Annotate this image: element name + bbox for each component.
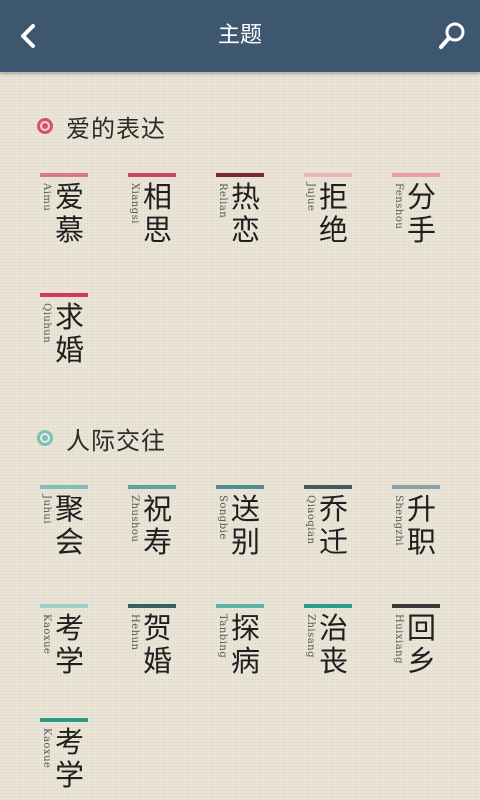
tile-hanzi: 分手 [407, 180, 437, 247]
search-icon [439, 22, 465, 49]
tile-color-bar [304, 604, 352, 608]
page-title: 主题 [217, 23, 262, 48]
theme-tile-aimu[interactable]: Aimu 爱慕 [40, 173, 92, 283]
theme-tile-zhisang[interactable]: Zhisang 治丧 [304, 604, 356, 714]
tile-pinyin: Songbie [217, 495, 228, 540]
tile-hanzi: 爱慕 [55, 180, 85, 247]
theme-tile-kaoxue-2[interactable]: Kaoxue 考学 [40, 718, 92, 800]
theme-tile-fenshou[interactable]: Fenshou 分手 [392, 173, 444, 283]
chevron-left-icon [21, 24, 35, 48]
tile-hanzi: 探病 [231, 611, 261, 678]
tile-pinyin: Tanbing [217, 614, 228, 659]
tile-color-bar [216, 485, 264, 489]
tile-hanzi: 治丧 [319, 611, 349, 678]
tile-hanzi: 考学 [55, 725, 85, 792]
app-header: 主题 [0, 0, 480, 72]
theme-tile-xiangsi[interactable]: Xiangsi 相思 [128, 173, 180, 283]
tile-color-bar [40, 485, 88, 489]
tile-hanzi: 拒绝 [319, 180, 349, 247]
tile-hanzi: 祝寿 [143, 492, 173, 559]
tile-pinyin: Shengzhi [393, 495, 404, 546]
section-label: 爱的表达 [66, 114, 166, 143]
search-button[interactable] [434, 18, 470, 54]
tile-color-bar [128, 173, 176, 177]
tile-color-bar [216, 604, 264, 608]
tile-color-bar [40, 293, 88, 297]
theme-tile-songbie[interactable]: Songbie 送别 [216, 485, 268, 595]
tile-color-bar [40, 604, 88, 608]
tile-hanzi: 聚会 [55, 492, 85, 559]
back-button[interactable] [12, 20, 44, 52]
bullet-icon [37, 430, 53, 446]
theme-tile-zhushou[interactable]: Zhushou 祝寿 [128, 485, 180, 595]
tile-hanzi: 升职 [407, 492, 437, 559]
tile-pinyin: Zhushou [129, 495, 140, 543]
tile-pinyin: Qiuhun [41, 303, 52, 344]
tile-pinyin: Hehun [129, 614, 140, 651]
tile-pinyin: Jujue [305, 183, 316, 212]
theme-tile-relian[interactable]: Relian 热恋 [216, 173, 268, 283]
tile-pinyin: Aimu [41, 183, 52, 212]
theme-tile-tanbing[interactable]: Tanbing 探病 [216, 604, 268, 714]
tile-pinyin: Qiaoqian [305, 495, 316, 545]
tile-color-bar [304, 173, 352, 177]
tile-color-bar [392, 485, 440, 489]
tile-pinyin: Kaoxue [41, 614, 52, 655]
tile-color-bar [128, 604, 176, 608]
tile-color-bar [40, 718, 88, 722]
tile-pinyin: Fenshou [393, 183, 404, 230]
section-label: 人际交往 [66, 426, 166, 455]
tile-pinyin: Zhisang [305, 614, 316, 659]
tile-hanzi: 求婚 [55, 300, 85, 367]
tile-color-bar [304, 485, 352, 489]
tile-color-bar [128, 485, 176, 489]
section-title-social: 人际交往 [36, 423, 166, 455]
tile-hanzi: 送别 [231, 492, 261, 559]
bullet-icon [37, 118, 53, 134]
tile-color-bar [392, 604, 440, 608]
theme-tile-kaoxue[interactable]: Kaoxue 考学 [40, 604, 92, 714]
tile-pinyin: Xiangsi [129, 183, 140, 224]
theme-tile-huixiang[interactable]: Huixiang 回乡 [392, 604, 444, 714]
tile-hanzi: 考学 [55, 611, 85, 678]
section-title-love: 爱的表达 [36, 111, 166, 143]
theme-tile-juhui[interactable]: Juhui 聚会 [40, 485, 92, 595]
tile-pinyin: Juhui [41, 495, 52, 525]
theme-tile-jujue[interactable]: Jujue 拒绝 [304, 173, 356, 283]
theme-tile-shengzhi[interactable]: Shengzhi 升职 [392, 485, 444, 595]
tile-hanzi: 相思 [143, 180, 173, 247]
theme-tile-hehun[interactable]: Hehun 贺婚 [128, 604, 180, 714]
tile-color-bar [216, 173, 264, 177]
tile-pinyin: Kaoxue [41, 728, 52, 769]
tile-hanzi: 回乡 [407, 611, 437, 678]
tile-color-bar [392, 173, 440, 177]
tile-hanzi: 热恋 [231, 180, 261, 247]
tile-hanzi: 贺婚 [143, 611, 173, 678]
tile-pinyin: Relian [217, 183, 228, 219]
theme-tile-qiaoqian[interactable]: Qiaoqian 乔迁 [304, 485, 356, 595]
tile-hanzi: 乔迁 [319, 492, 349, 559]
tile-pinyin: Huixiang [393, 614, 404, 665]
tile-color-bar [40, 173, 88, 177]
theme-tile-qiuhun[interactable]: Qiuhun 求婚 [40, 293, 92, 403]
